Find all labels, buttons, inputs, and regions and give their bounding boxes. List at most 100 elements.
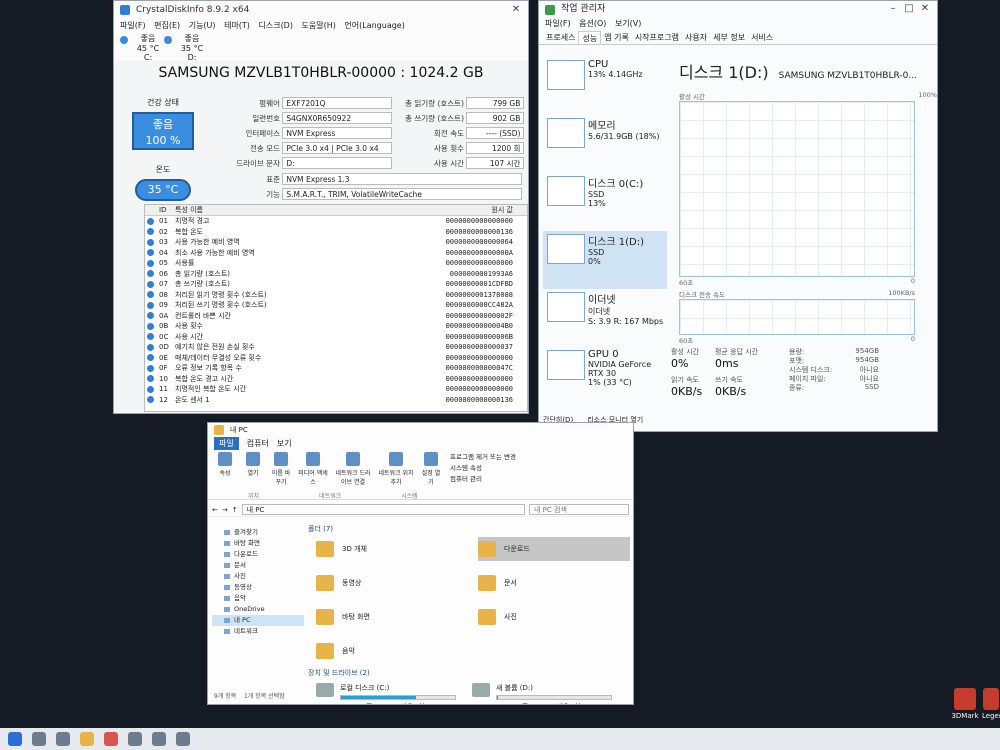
table-row[interactable]: 0F 오류 정보 기록 항목 수 000000000000047C xyxy=(145,363,527,374)
table-row[interactable]: 0E 매체/데이터 무결성 오류 횟수 0000000000000000 xyxy=(145,353,527,364)
tab-0[interactable]: 프로세스 xyxy=(543,31,578,44)
nav-item[interactable]: 동영상 xyxy=(212,582,304,593)
folder-item[interactable]: 다운로드 xyxy=(478,537,630,561)
drives-group-header[interactable]: 장치 및 드라이브 (2) xyxy=(308,667,630,679)
taskbar-app-icon[interactable] xyxy=(176,732,190,746)
tab-4[interactable]: 사용자 xyxy=(682,31,710,44)
table-row[interactable]: 0A 컨트롤러 바쁜 시간 000000000000002F xyxy=(145,311,527,322)
nav-item[interactable]: 음악 xyxy=(212,593,304,604)
table-row[interactable]: 04 최소 사용 가능한 예비 영역 000000000000000A xyxy=(145,248,527,259)
menu-item[interactable]: 디스크(D) xyxy=(258,21,292,30)
table-row[interactable]: 0D 예기치 않은 전원 손실 횟수 0000000000000037 xyxy=(145,342,527,353)
nav-item[interactable]: 네트워크 xyxy=(212,626,304,637)
folder-item[interactable]: 동영상 xyxy=(316,571,468,595)
folder-item[interactable]: 바탕 화면 xyxy=(316,605,468,629)
perf-item[interactable]: CPU 13% 4.14GHz xyxy=(543,57,667,115)
nav-item[interactable]: 사진 xyxy=(212,571,304,582)
table-row[interactable]: 09 처리된 쓰기 명령 횟수 (호스트) 0000000000CC482A xyxy=(145,300,527,311)
search-input[interactable]: 내 PC 검색 xyxy=(529,504,629,515)
map-drive-button[interactable]: 네트워크 드라이브 연결 xyxy=(334,452,372,486)
nav-item[interactable]: OneDrive xyxy=(212,604,304,615)
tab-2[interactable]: 앱 기록 xyxy=(601,31,632,44)
system-properties-link[interactable]: 시스템 속성 xyxy=(450,463,516,474)
maximize-icon[interactable]: □ xyxy=(901,1,917,17)
folder-item[interactable]: 3D 개체 xyxy=(316,537,468,561)
desktop-icon-legends[interactable]: Legends xyxy=(982,688,1000,720)
tab-computer[interactable]: 컴퓨터 xyxy=(247,437,269,450)
nav-item[interactable]: 즐겨찾기 xyxy=(212,527,304,538)
properties-button[interactable]: 속성 xyxy=(214,452,236,477)
nav-item[interactable]: 바탕 화면 xyxy=(212,538,304,549)
folder-item[interactable]: 음악 xyxy=(316,639,468,663)
perf-item[interactable]: 디스크 1(D:) SSD 0% xyxy=(543,231,667,289)
table-row[interactable]: 08 처리된 읽기 명령 횟수 (호스트) 0000000001378088 xyxy=(145,290,527,301)
attr-name: 매체/데이터 무결성 오류 횟수 xyxy=(175,353,262,362)
tab-6[interactable]: 서비스 xyxy=(748,31,776,44)
temperature-badge[interactable]: 35 °C xyxy=(135,179,191,201)
menu-item[interactable]: 파일(F) xyxy=(120,21,146,30)
task-view-icon[interactable] xyxy=(56,732,70,746)
close-icon[interactable]: ✕ xyxy=(917,1,933,17)
taskbar-app-icon[interactable] xyxy=(128,732,142,746)
uninstall-program-link[interactable]: 프로그램 제거 또는 변경 xyxy=(450,452,516,463)
perf-item[interactable]: 메모리 5.6/31.9GB (18%) xyxy=(543,115,667,173)
folder-item[interactable]: 문서 xyxy=(478,571,630,595)
drive-item[interactable]: 로컬 디스크 (C:) 854GB 중 288GB 사용 가능 xyxy=(316,683,456,704)
table-row[interactable]: 03 사용 가능한 예비 영역 0000000000000064 xyxy=(145,237,527,248)
media-access-button[interactable]: 미디어 액세스 xyxy=(298,452,328,486)
tab-file[interactable]: 파일 xyxy=(214,437,239,450)
back-icon[interactable]: ← xyxy=(212,506,218,514)
tab-5[interactable]: 세부 정보 xyxy=(710,31,748,44)
close-icon[interactable]: ✕ xyxy=(508,1,524,19)
menu-item[interactable]: 기능(U) xyxy=(189,21,216,30)
smart-attribute-table[interactable]: ID 특성 이름 원시 값 01 치명적 경고 0000000000000000 02… xyxy=(144,204,528,412)
rename-button[interactable]: 이름 바꾸기 xyxy=(270,452,292,486)
forward-icon[interactable]: → xyxy=(222,506,228,514)
menu-item[interactable]: 보기(V) xyxy=(615,19,641,28)
table-row[interactable]: 11 치명적인 복합 온도 시간 0000000000000000 xyxy=(145,384,527,395)
explorer-icon[interactable] xyxy=(80,732,94,746)
address-bar[interactable]: 내 PC xyxy=(241,504,525,515)
up-icon[interactable]: ↑ xyxy=(232,506,238,514)
perf-item[interactable]: GPU 0 NVIDIA GeForce RTX 30 1% (33 °C) xyxy=(543,347,667,405)
taskbar-app-icon[interactable] xyxy=(152,732,166,746)
menu-item[interactable]: 편집(E) xyxy=(154,21,180,30)
menu-item[interactable]: 테마(T) xyxy=(224,21,250,30)
table-row[interactable]: 02 복합 온도 0000000000000136 xyxy=(145,227,527,238)
nav-item[interactable]: 문서 xyxy=(212,560,304,571)
drive-tab-d[interactable]: 좋음 35 °C D: xyxy=(164,33,208,62)
folder-item[interactable]: 사진 xyxy=(478,605,630,629)
open-settings-button[interactable]: 설정 열기 xyxy=(420,452,442,486)
tab-view[interactable]: 보기 xyxy=(277,437,292,450)
drive-tab-c[interactable]: 좋음 45 °C C: xyxy=(120,33,164,62)
folders-group-header[interactable]: 폴더 (7) xyxy=(308,523,630,535)
menu-item[interactable]: 옵션(O) xyxy=(579,19,606,28)
table-row[interactable]: 05 사용률 0000000000000000 xyxy=(145,258,527,269)
nav-item[interactable]: 다운로드 xyxy=(212,549,304,560)
tab-1[interactable]: 성능 xyxy=(578,31,602,44)
drive-item[interactable]: 새 볼륨 (D:) 953GB 중 953GB 사용 가능 xyxy=(472,683,612,704)
start-icon[interactable] xyxy=(8,732,22,746)
perf-item[interactable]: 이더넷 이더넷 S: 3.9 R: 167 Mbps xyxy=(543,289,667,347)
search-icon[interactable] xyxy=(32,732,46,746)
desktop-icon-3dmark[interactable]: 3DMark xyxy=(948,688,982,720)
health-status-button[interactable]: 좋음 100 % xyxy=(132,112,194,150)
table-row[interactable]: 07 총 쓰기량 (호스트) 00000000001CDFBD xyxy=(145,279,527,290)
table-row[interactable]: 0B 사용 횟수 00000000000004B0 xyxy=(145,321,527,332)
chrome-icon[interactable] xyxy=(104,732,118,746)
nav-item[interactable]: 내 PC xyxy=(212,615,304,626)
add-network-location-button[interactable]: 네트워크 위치 추가 xyxy=(378,452,414,486)
table-row[interactable]: 12 온도 센서 1 0000000000000136 xyxy=(145,395,527,406)
table-row[interactable]: 0C 사용 시간 000000000000006B xyxy=(145,332,527,343)
menu-item[interactable]: 언어(Language) xyxy=(344,21,404,30)
menu-item[interactable]: 파일(F) xyxy=(545,19,571,28)
minimize-icon[interactable]: – xyxy=(885,1,901,17)
tab-3[interactable]: 시작프로그램 xyxy=(632,31,682,44)
menu-item[interactable]: 도움말(H) xyxy=(302,21,336,30)
open-button[interactable]: 열기 xyxy=(242,452,264,477)
table-row[interactable]: 10 복합 온도 경고 시간 0000000000000000 xyxy=(145,374,527,385)
perf-item[interactable]: 디스크 0(C:) SSD 13% xyxy=(543,173,667,231)
computer-management-link[interactable]: 컴퓨터 관리 xyxy=(450,474,516,485)
table-row[interactable]: 06 총 읽기량 (호스트) 0000000001993A6 xyxy=(145,269,527,280)
table-row[interactable]: 01 치명적 경고 0000000000000000 xyxy=(145,216,527,227)
